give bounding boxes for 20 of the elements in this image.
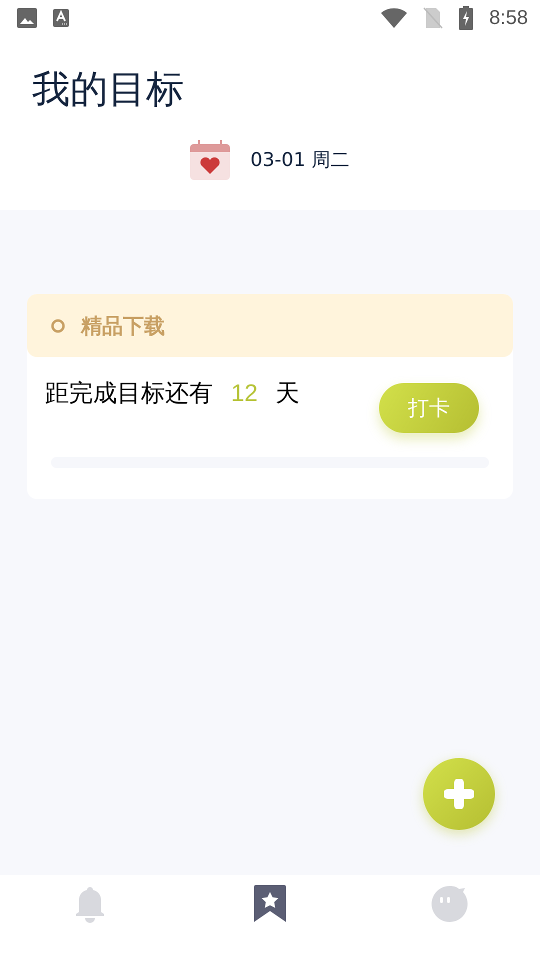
- battery-charging-icon: [459, 6, 474, 30]
- bookmark-star-icon: [254, 885, 286, 923]
- circle-icon: [51, 318, 65, 332]
- status-time: 8:58: [489, 6, 528, 30]
- date-label: 03-01 周二: [250, 148, 350, 173]
- days-count: 12: [231, 380, 258, 408]
- check-in-button[interactable]: 打卡: [379, 383, 479, 433]
- calendar-heart-icon: [190, 140, 230, 180]
- font-icon: [53, 9, 69, 27]
- remaining-label: 距完成目标还有: [45, 378, 213, 409]
- image-icon: [17, 8, 37, 28]
- face-icon: [431, 885, 469, 923]
- plus-icon: [444, 779, 474, 809]
- page-title: 我的目标: [32, 66, 184, 113]
- add-button[interactable]: [423, 758, 495, 830]
- days-unit: 天: [276, 378, 300, 409]
- no-sim-icon: [423, 7, 444, 29]
- bell-icon: [73, 885, 107, 925]
- wifi-icon: [381, 8, 408, 28]
- goal-title: 精品下载: [81, 312, 165, 340]
